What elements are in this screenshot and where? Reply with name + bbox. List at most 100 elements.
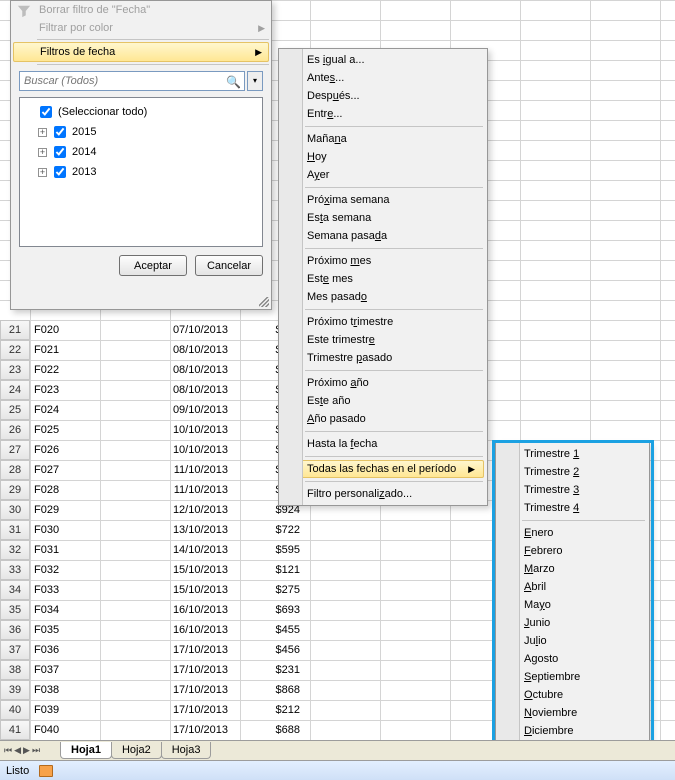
submenu-item[interactable]: Trimestre 2 <box>496 463 649 481</box>
cell[interactable]: F022 <box>30 360 130 380</box>
select-all-checkbox[interactable] <box>40 106 52 118</box>
cell[interactable]: $456 <box>234 640 304 660</box>
cell[interactable]: $722 <box>234 520 304 540</box>
cell[interactable]: 17/10/2013 <box>132 640 232 660</box>
cell[interactable]: F025 <box>30 420 130 440</box>
cell[interactable]: $693 <box>234 600 304 620</box>
submenu-item[interactable]: Es igual a... <box>279 51 487 69</box>
cell[interactable]: $595 <box>234 540 304 560</box>
row-header[interactable]: 29 <box>0 480 30 500</box>
submenu-item[interactable]: Año pasado <box>279 410 487 428</box>
cell[interactable]: 11/10/2013 <box>132 480 232 500</box>
row-header[interactable]: 30 <box>0 500 30 520</box>
search-input[interactable] <box>19 71 245 91</box>
cell[interactable]: F033 <box>30 580 130 600</box>
cell[interactable]: F020 <box>30 320 130 340</box>
cell[interactable]: F029 <box>30 500 130 520</box>
cell[interactable]: 17/10/2013 <box>132 700 232 720</box>
submenu-item[interactable]: Mes pasado <box>279 288 487 306</box>
cell[interactable]: $231 <box>234 660 304 680</box>
expand-icon[interactable]: + <box>38 168 47 177</box>
submenu-item[interactable]: Este año <box>279 392 487 410</box>
cell[interactable]: F032 <box>30 560 130 580</box>
submenu-item[interactable]: Este trimestre <box>279 331 487 349</box>
date-filters-item[interactable]: Filtros de fecha ▶ <box>13 42 269 62</box>
year-checkbox[interactable] <box>54 146 66 158</box>
row-header[interactable]: 37 <box>0 640 30 660</box>
row-header[interactable]: 38 <box>0 660 30 680</box>
submenu-item[interactable]: Próximo trimestre <box>279 313 487 331</box>
cell[interactable]: F035 <box>30 620 130 640</box>
row-header[interactable]: 41 <box>0 720 30 740</box>
ok-button[interactable]: Aceptar <box>119 255 187 276</box>
submenu-item[interactable]: Antes... <box>279 69 487 87</box>
cell[interactable]: F038 <box>30 680 130 700</box>
row-header[interactable]: 23 <box>0 360 30 380</box>
row-header[interactable]: 26 <box>0 420 30 440</box>
expand-icon[interactable]: + <box>38 128 47 137</box>
macro-record-icon[interactable] <box>39 765 53 777</box>
row-header[interactable]: 36 <box>0 620 30 640</box>
submenu-item[interactable]: Diciembre <box>496 722 649 740</box>
submenu-item[interactable]: Agosto <box>496 650 649 668</box>
submenu-item[interactable]: Próximo mes <box>279 252 487 270</box>
submenu-item[interactable]: Este mes <box>279 270 487 288</box>
submenu-item[interactable]: Septiembre <box>496 668 649 686</box>
cell[interactable]: $275 <box>234 580 304 600</box>
row-header[interactable]: 39 <box>0 680 30 700</box>
cell[interactable]: F040 <box>30 720 130 740</box>
submenu-item[interactable]: Trimestre 3 <box>496 481 649 499</box>
resize-grip[interactable] <box>259 297 269 307</box>
submenu-item[interactable]: Semana pasada <box>279 227 487 245</box>
cell[interactable]: 15/10/2013 <box>132 580 232 600</box>
cell[interactable]: 17/10/2013 <box>132 680 232 700</box>
submenu-item[interactable]: Próximo año <box>279 374 487 392</box>
submenu-item[interactable]: Hasta la fecha <box>279 435 487 453</box>
worksheet-tab-2[interactable]: Hoja2 <box>111 742 162 759</box>
filter-values-tree[interactable]: (Seleccionar todo) +2015+2014+2013 <box>19 97 263 247</box>
submenu-item[interactable]: Julio <box>496 632 649 650</box>
cell[interactable]: F021 <box>30 340 130 360</box>
submenu-item[interactable]: Trimestre 4 <box>496 499 649 517</box>
cell[interactable]: $212 <box>234 700 304 720</box>
cell[interactable]: F036 <box>30 640 130 660</box>
cell[interactable]: $868 <box>234 680 304 700</box>
cell[interactable]: F023 <box>30 380 130 400</box>
row-header[interactable]: 28 <box>0 460 30 480</box>
cell[interactable]: $121 <box>234 560 304 580</box>
cell[interactable]: 16/10/2013 <box>132 600 232 620</box>
submenu-item[interactable]: Abril <box>496 578 649 596</box>
submenu-item[interactable]: Después... <box>279 87 487 105</box>
cell[interactable]: F030 <box>30 520 130 540</box>
cell[interactable]: F037 <box>30 660 130 680</box>
submenu-item[interactable]: Hoy <box>279 148 487 166</box>
cancel-button[interactable]: Cancelar <box>195 255 263 276</box>
tree-year-item[interactable]: +2015 <box>24 122 258 142</box>
cell[interactable]: 11/10/2013 <box>132 460 232 480</box>
search-dropdown-button[interactable]: ▾ <box>247 71 263 91</box>
expand-icon[interactable]: + <box>38 148 47 157</box>
submenu-item[interactable]: Filtro personalizado... <box>279 485 487 503</box>
submenu-item[interactable]: Entre... <box>279 105 487 123</box>
tree-year-item[interactable]: +2014 <box>24 142 258 162</box>
row-header[interactable]: 22 <box>0 340 30 360</box>
row-header[interactable]: 21 <box>0 320 30 340</box>
cell[interactable]: 08/10/2013 <box>132 360 232 380</box>
row-header[interactable]: 35 <box>0 600 30 620</box>
cell[interactable]: 08/10/2013 <box>132 340 232 360</box>
submenu-item[interactable]: Noviembre <box>496 704 649 722</box>
cell[interactable]: 17/10/2013 <box>132 660 232 680</box>
cell[interactable]: F034 <box>30 600 130 620</box>
cell[interactable]: 10/10/2013 <box>132 420 232 440</box>
submenu-item[interactable]: Trimestre pasado <box>279 349 487 367</box>
submenu-item[interactable]: Febrero <box>496 542 649 560</box>
submenu-item[interactable]: Esta semana <box>279 209 487 227</box>
tree-select-all[interactable]: (Seleccionar todo) <box>24 102 258 122</box>
worksheet-nav[interactable]: ⏮◀▶⏭ <box>0 745 60 756</box>
submenu-item[interactable]: Junio <box>496 614 649 632</box>
submenu-item[interactable]: Octubre <box>496 686 649 704</box>
submenu-item-all-dates-period[interactable]: Todas las fechas en el período▶ <box>282 460 484 478</box>
row-header[interactable]: 32 <box>0 540 30 560</box>
row-header[interactable]: 40 <box>0 700 30 720</box>
submenu-item[interactable]: Próxima semana <box>279 191 487 209</box>
